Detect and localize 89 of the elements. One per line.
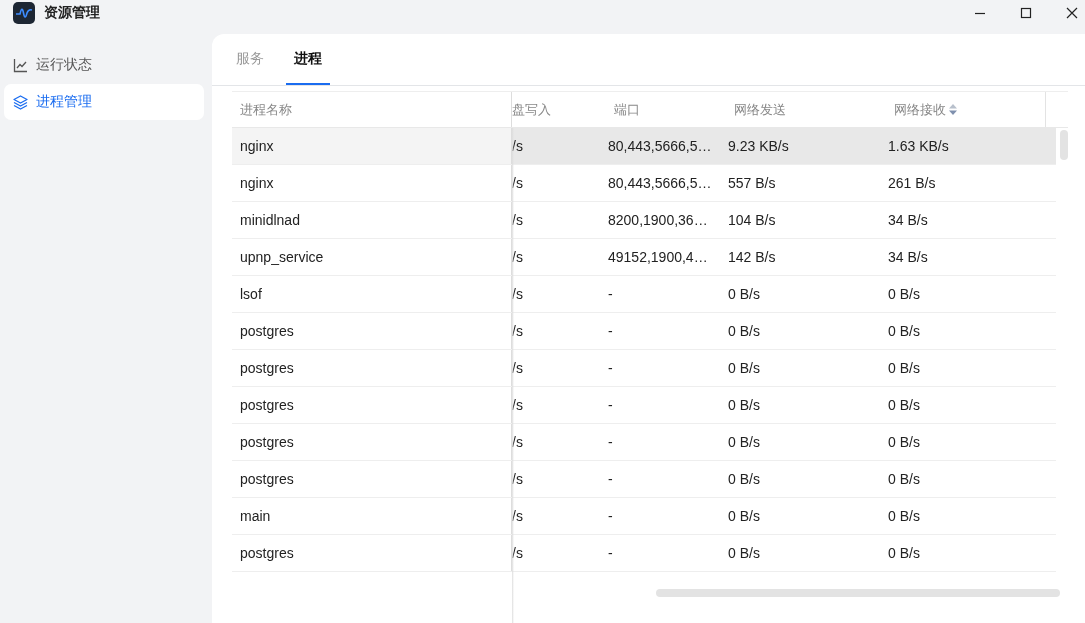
table-cell: 0 B/s <box>728 471 760 487</box>
close-icon[interactable] <box>1066 6 1078 19</box>
table-cell: 0 B/s <box>728 286 760 302</box>
table-cell: 80,443,5666,5… <box>608 138 712 154</box>
table-row[interactable]: minidlnad /s 8200,1900,36… 104 B/s 34 B/s <box>232 202 1056 239</box>
table-row[interactable]: main /s - 0 B/s 0 B/s <box>232 498 1056 535</box>
table-cell: 8200,1900,36… <box>608 212 708 228</box>
table-cell: /s <box>512 212 523 228</box>
table-row[interactable]: postgres /s - 0 B/s 0 B/s <box>232 424 1056 461</box>
table-row[interactable]: postgres /s - 0 B/s 0 B/s <box>232 350 1056 387</box>
table-cell: minidlnad <box>240 212 300 228</box>
table-cell: 0 B/s <box>888 286 920 302</box>
table-cell: /s <box>512 508 523 524</box>
sidebar-item[interactable]: 运行状态 <box>4 47 204 83</box>
table-row[interactable]: postgres /s - 0 B/s 0 B/s <box>232 313 1056 350</box>
table-row[interactable]: postgres /s - 0 B/s 0 B/s <box>232 387 1056 424</box>
table-cell: 0 B/s <box>728 323 760 339</box>
table-cell: 34 B/s <box>888 212 928 228</box>
table-cell: 0 B/s <box>888 360 920 376</box>
table-cell: /s <box>512 360 523 376</box>
table-cell: postgres <box>240 471 294 487</box>
table-cell: 0 B/s <box>888 508 920 524</box>
table-cell: 142 B/s <box>728 249 776 265</box>
tab[interactable]: 进程 <box>286 34 330 85</box>
table-cell: upnp_service <box>240 249 324 265</box>
table-cell: 261 B/s <box>888 175 936 191</box>
column-header: 进程名称 <box>240 100 292 119</box>
table-cell: /s <box>512 471 523 487</box>
table-cell: /s <box>512 249 523 265</box>
table-cell: postgres <box>240 397 294 413</box>
table-cell: main <box>240 508 271 524</box>
table-row[interactable]: upnp_service /s 49152,1900,4… 142 B/s 34 B/s <box>232 239 1056 276</box>
table-row[interactable]: postgres /s - 0 B/s 0 B/s <box>232 535 1056 572</box>
table-cell: 49152,1900,4… <box>608 249 708 265</box>
window-title: 资源管理 <box>44 3 100 22</box>
horizontal-scrollbar[interactable] <box>656 589 1060 597</box>
table-cell: postgres <box>240 434 294 450</box>
table-cell: 0 B/s <box>888 323 920 339</box>
table-cell: - <box>608 434 613 450</box>
table-cell: /s <box>512 175 523 191</box>
table-row[interactable]: nginx /s 80,443,5666,5… 9.23 KB/s 1.63 KB/s <box>232 128 1056 165</box>
table-cell: /s <box>512 545 523 561</box>
table-cell: /s <box>512 323 523 339</box>
table-cell: /s <box>512 286 523 302</box>
vertical-scrollbar[interactable] <box>1060 130 1068 160</box>
table-cell: 104 B/s <box>728 212 776 228</box>
table-cell: - <box>608 508 613 524</box>
table-cell: 0 B/s <box>888 397 920 413</box>
table-cell: /s <box>512 138 523 154</box>
table-cell: 0 B/s <box>728 434 760 450</box>
table-cell: 0 B/s <box>728 508 760 524</box>
table-cell: postgres <box>240 360 294 376</box>
table-cell: 557 B/s <box>728 175 776 191</box>
table-cell: 9.23 KB/s <box>728 138 789 154</box>
table-cell: lsof <box>240 286 262 302</box>
table-cell: - <box>608 397 613 413</box>
column-header: 端口 <box>614 100 640 119</box>
table-row[interactable]: nginx /s 80,443,5666,5… 557 B/s 261 B/s <box>232 165 1056 202</box>
table-cell: /s <box>512 434 523 450</box>
table-cell: 0 B/s <box>888 545 920 561</box>
table-cell: 0 B/s <box>888 471 920 487</box>
table-cell: 80,443,5666,5… <box>608 175 712 191</box>
sidebar-item[interactable]: 进程管理 <box>4 84 204 120</box>
table-cell: - <box>608 323 613 339</box>
table-cell: nginx <box>240 138 274 154</box>
table-cell: - <box>608 286 613 302</box>
table-cell: 34 B/s <box>888 249 928 265</box>
table-cell: 1.63 KB/s <box>888 138 949 154</box>
table-cell: 0 B/s <box>728 545 760 561</box>
sort-icon[interactable] <box>949 104 957 115</box>
table-cell: - <box>608 471 613 487</box>
table-cell: nginx <box>240 175 274 191</box>
line-chart-icon <box>13 57 28 73</box>
table-cell: postgres <box>240 323 294 339</box>
column-header: 盘写入 <box>512 100 551 119</box>
table-row[interactable]: lsof /s - 0 B/s 0 B/s <box>232 276 1056 313</box>
app-logo-icon <box>13 1 35 24</box>
table-row[interactable]: postgres /s - 0 B/s 0 B/s <box>232 461 1056 498</box>
table-cell: 0 B/s <box>728 360 760 376</box>
table-cell: - <box>608 545 613 561</box>
table-cell: postgres <box>240 545 294 561</box>
table-cell: 0 B/s <box>888 434 920 450</box>
table-cell: 0 B/s <box>728 397 760 413</box>
layers-icon <box>13 94 28 110</box>
table-cell: - <box>608 360 613 376</box>
column-header: 网络发送 <box>734 100 786 119</box>
table-cell: /s <box>512 397 523 413</box>
maximize-icon[interactable] <box>1020 6 1032 19</box>
column-header: 网络接收 <box>894 100 946 119</box>
